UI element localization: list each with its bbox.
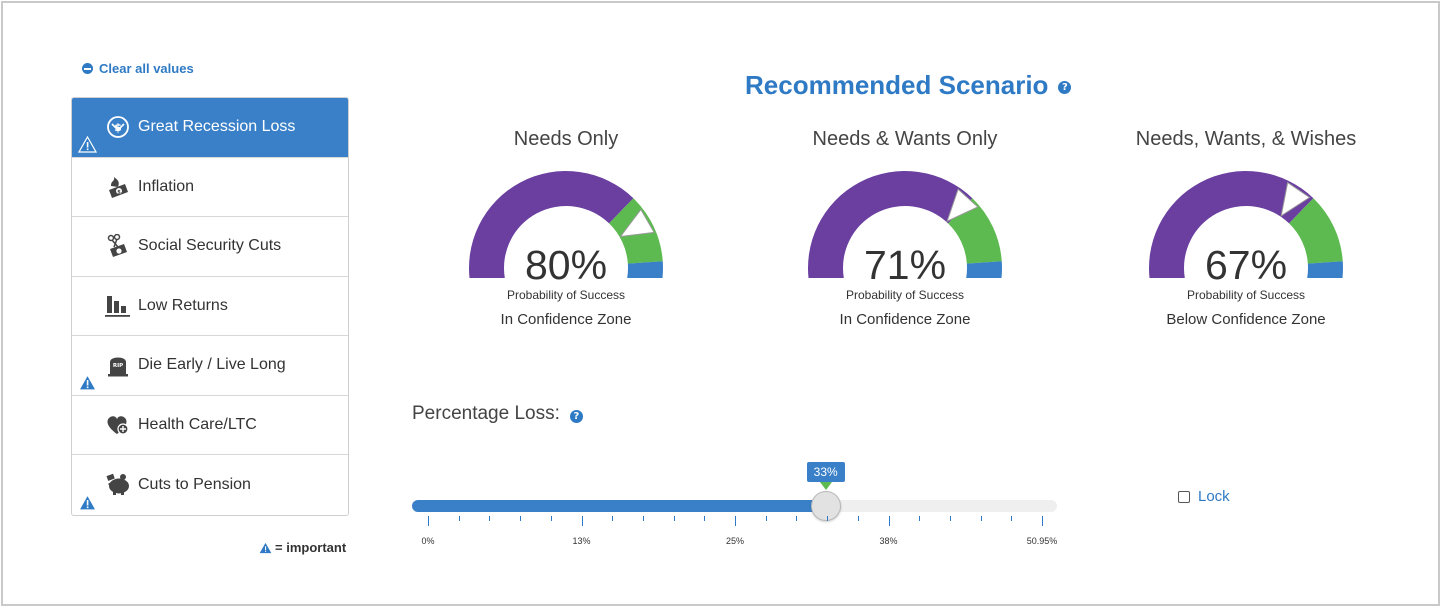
tombstone-icon: RIP [104, 352, 132, 378]
slider-fill [412, 500, 826, 512]
sidebar-item-label: Health Care/LTC [138, 415, 257, 433]
slider-track[interactable] [412, 500, 1057, 512]
slider-tick [673, 516, 675, 521]
gauge-zone: In Confidence Zone [839, 311, 971, 328]
legend-label: = important [275, 540, 347, 555]
svg-text:RIP: RIP [113, 363, 123, 369]
gauge-probability-label: Probability of Success [1186, 288, 1306, 302]
recommended-scenario-title: Recommended Scenario ? [745, 70, 1072, 101]
tick-label: 0% [421, 536, 435, 546]
slider-tick [520, 516, 522, 521]
slider-tick [949, 516, 951, 521]
slider-tick [642, 516, 644, 521]
slider-tick [827, 516, 829, 521]
sidebar-item-label: Cuts to Pension [138, 475, 251, 493]
warning-icon [78, 373, 97, 391]
sidebar-item-label: Great Recession Loss [138, 118, 296, 136]
sidebar-item-inflation[interactable]: $ Inflation [72, 158, 348, 217]
sidebar-item-health-care-ltc[interactable]: Health Care/LTC [72, 396, 348, 455]
slider-tick [980, 516, 982, 521]
percentage-loss-title: Percentage Loss: ? [412, 403, 583, 425]
gauge-percent: 67% [1204, 242, 1288, 288]
gauge-needs-only: Needs Only 80% Probability of Success In… [436, 128, 696, 328]
gauge-probability-label: Probability of Success [845, 288, 965, 302]
warning-icon [78, 493, 97, 511]
recommended-scenario-label: Recommended Scenario [745, 70, 1049, 100]
gauge-title: Needs & Wants Only [812, 128, 998, 150]
gauge-title: Needs Only [513, 128, 619, 150]
scenario-sidebar: $ Great Recession Loss $ Inflation Socia… [71, 97, 349, 516]
slider-tick [550, 516, 552, 521]
checkbox[interactable] [1178, 490, 1190, 503]
sidebar-item-label: Social Security Cuts [138, 237, 282, 255]
slider-tick [888, 516, 890, 526]
scissors-money-icon [104, 233, 132, 259]
bar-chart-icon [104, 293, 132, 319]
slider-tick [735, 516, 736, 526]
sidebar-item-social-security-cuts[interactable]: Social Security Cuts [72, 217, 348, 277]
sidebar-item-low-returns[interactable]: Low Returns [72, 277, 348, 336]
help-icon[interactable]: ? [569, 409, 583, 423]
tick-label: 13% [572, 536, 591, 546]
lock-checkbox[interactable]: Lock [1178, 488, 1230, 505]
slider-tick [581, 516, 583, 526]
sidebar-item-great-recession-loss[interactable]: $ Great Recession Loss [72, 98, 348, 158]
gauge-title: Needs, Wants, & Wishes [1135, 128, 1357, 150]
piggy-bank-icon [104, 472, 132, 498]
gauge-probability-label: Probability of Success [506, 288, 626, 302]
warning-icon [259, 542, 272, 553]
sidebar-item-cuts-to-pension[interactable]: Cuts to Pension [72, 455, 348, 515]
slider-bubble-pointer [819, 482, 832, 490]
slider-tick [458, 516, 460, 521]
lock-label: Lock [1198, 488, 1230, 505]
slider-tick [489, 516, 491, 521]
important-legend: = important [259, 540, 346, 555]
gauge-percent: 80% [524, 242, 608, 288]
burning-money-icon: $ [104, 174, 132, 200]
dollar-down-icon: $ [104, 114, 132, 140]
warning-icon [78, 135, 97, 153]
gauge-needs-wants-wishes: Needs, Wants, & Wishes 67% Probability o… [1116, 128, 1376, 328]
sidebar-item-label: Die Early / Live Long [138, 356, 286, 374]
slider-tick [857, 516, 859, 521]
slider-ticks [412, 516, 1057, 528]
sidebar-item-label: Inflation [138, 177, 195, 195]
tick-label: 38% [879, 536, 898, 546]
tick-label: 25% [725, 536, 745, 546]
clear-all-values-link[interactable]: Clear all values [82, 61, 194, 76]
sidebar-item-label: Low Returns [138, 296, 228, 314]
slider-tick [919, 516, 921, 521]
gauge-zone: Below Confidence Zone [1166, 311, 1326, 328]
slider-tick [612, 516, 614, 521]
help-icon[interactable]: ? [1058, 81, 1072, 94]
slider-tick [428, 516, 429, 526]
slider-tick [1042, 516, 1043, 526]
slider-tick [765, 516, 767, 521]
heart-plus-icon [104, 412, 132, 438]
gauge-percent: 71% [863, 242, 947, 288]
gauge-needs-wants-only: Needs & Wants Only 71% Probability of Su… [775, 128, 1035, 328]
svg-text:$: $ [117, 189, 121, 195]
slider-tick [704, 516, 706, 521]
slider-tick [796, 516, 798, 521]
slider-value-bubble: 33% [806, 462, 845, 482]
percentage-loss-label: Percentage Loss: [412, 403, 560, 424]
tick-label: 50.95% [1026, 536, 1058, 546]
gauge-zone: In Confidence Zone [500, 311, 632, 328]
slider-tick [1011, 516, 1013, 521]
minus-circle-icon [82, 63, 93, 74]
clear-all-values-label: Clear all values [99, 61, 194, 76]
svg-text:$: $ [114, 121, 122, 134]
sidebar-item-die-early-live-long[interactable]: RIP Die Early / Live Long [72, 336, 348, 396]
